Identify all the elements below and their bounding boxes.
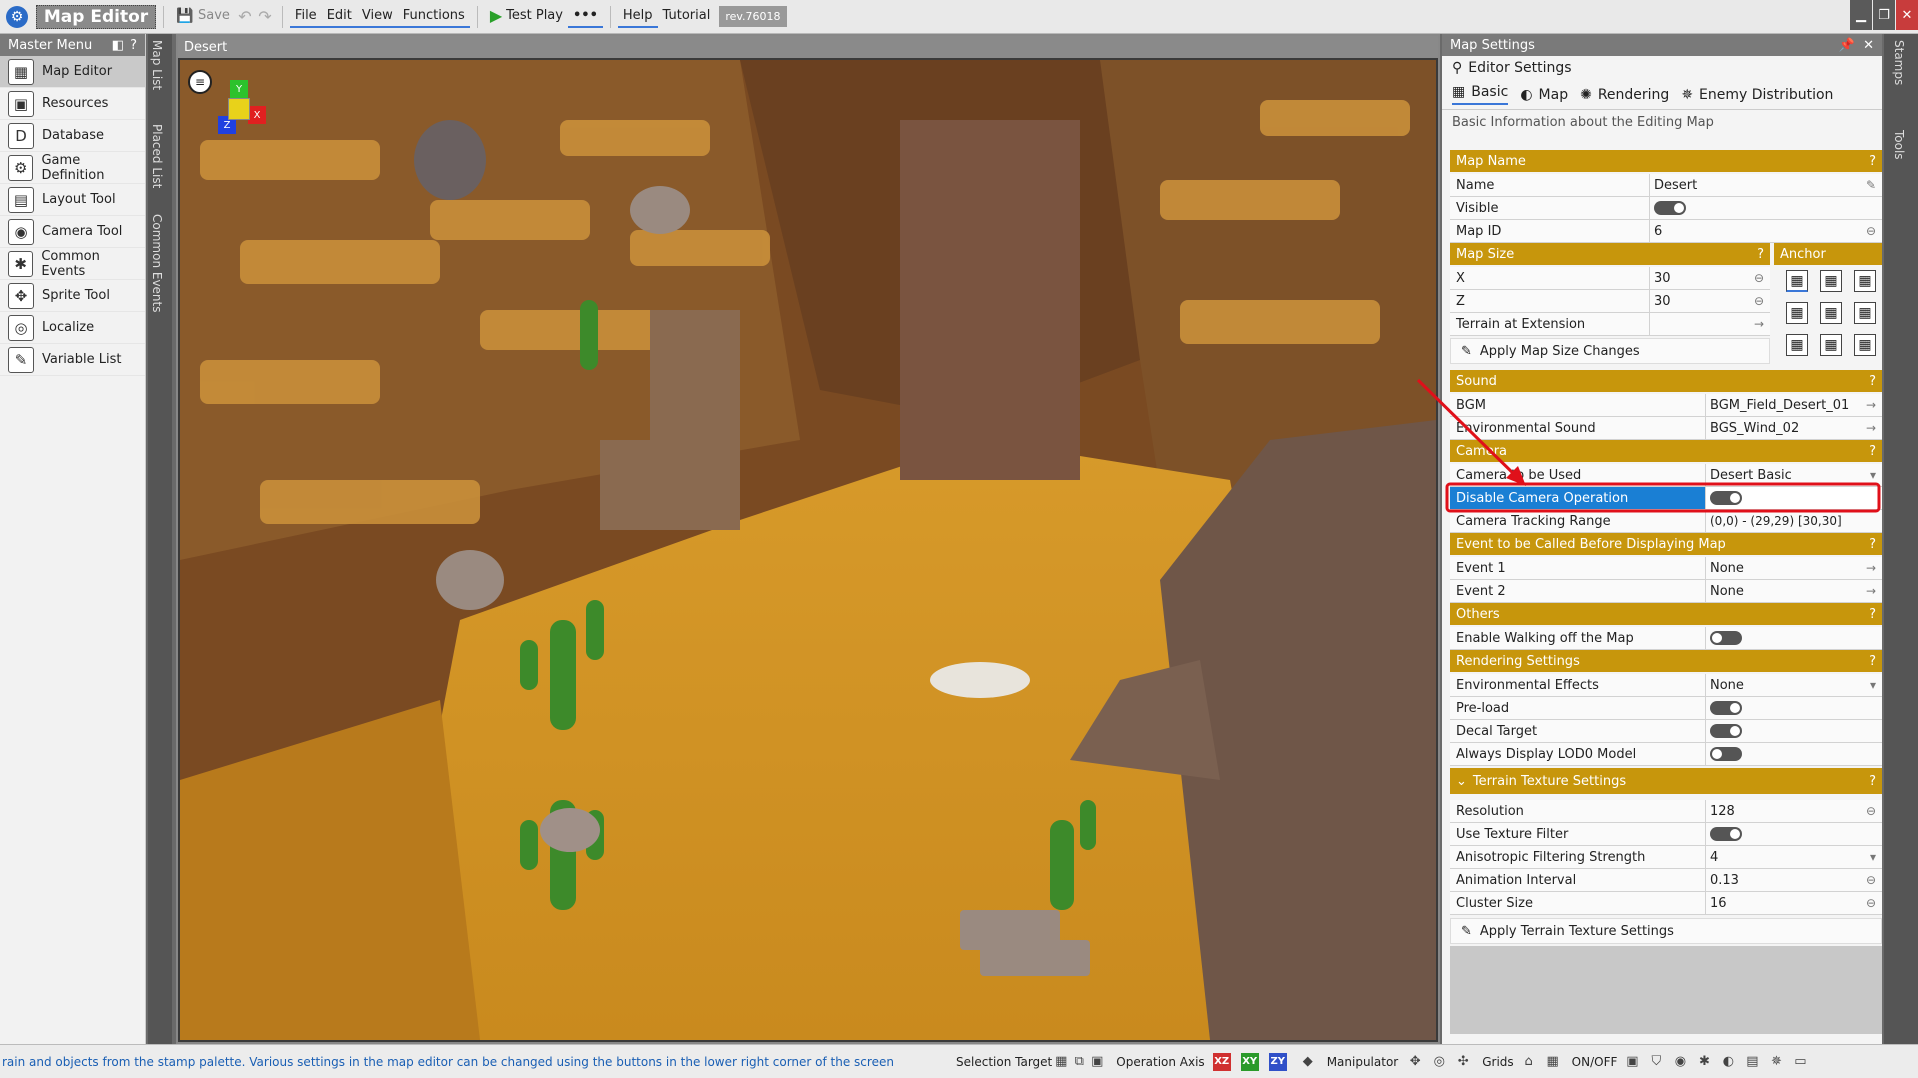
annotation-overlay	[1416, 378, 1881, 513]
select-building-icon[interactable]: ▣	[1088, 1053, 1106, 1071]
layer-sound-icon[interactable]: ◐	[1719, 1053, 1737, 1071]
axis-xy-button[interactable]: XY	[1240, 1052, 1259, 1071]
axis-zy-button[interactable]: ZY	[1268, 1052, 1287, 1071]
manipulator-icon[interactable]: ◆	[1299, 1053, 1317, 1071]
grid-height-icon[interactable]: ⌂	[1520, 1053, 1538, 1071]
status-bar: rain and objects from the stamp palette.…	[0, 1044, 1918, 1078]
grids-label: Grids	[1482, 1054, 1514, 1069]
layer-misc-icon[interactable]: ▭	[1791, 1053, 1809, 1071]
onoff-label: ON/OFF	[1571, 1054, 1618, 1069]
rotate-icon[interactable]: ◎	[1430, 1053, 1448, 1071]
operation-axis-label: Operation Axis	[1116, 1054, 1205, 1069]
select-object-icon[interactable]: ⧉	[1070, 1053, 1088, 1071]
layer-enemy-icon[interactable]: ✵	[1767, 1053, 1785, 1071]
axis-xz-button[interactable]: XZ	[1212, 1052, 1231, 1071]
annotation-arrow-line	[1416, 378, 1522, 482]
layer-shield-icon[interactable]: ⛉	[1647, 1053, 1665, 1071]
layer-event-icon[interactable]: ✱	[1695, 1053, 1713, 1071]
layer-lock-icon[interactable]: ▤	[1743, 1053, 1761, 1071]
select-terrain-icon[interactable]: ▦	[1052, 1053, 1070, 1071]
annotation-highlight-box	[1445, 482, 1881, 513]
grid-icon[interactable]: ▦	[1544, 1053, 1562, 1071]
scale-icon[interactable]: ✣	[1454, 1053, 1472, 1071]
layer-camera-icon[interactable]: ◉	[1671, 1053, 1689, 1071]
manipulator-label: Manipulator	[1326, 1054, 1399, 1069]
status-message: rain and objects from the stamp palette.…	[2, 1054, 894, 1069]
layer-terrain-icon[interactable]: ▣	[1623, 1053, 1641, 1071]
move-icon[interactable]: ✥	[1406, 1053, 1424, 1071]
selection-target-label: Selection Target	[956, 1054, 1053, 1069]
